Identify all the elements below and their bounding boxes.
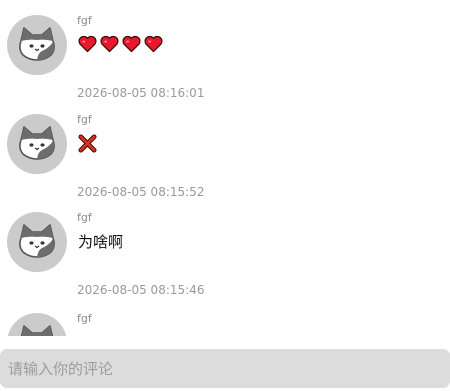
comment-item: fgf 2026-08-05 08:16:01 [0,0,450,100]
comment-item: fgf [0,298,450,336]
comments-panel: fgf 2026-08-05 08:16:01 fgf 2026-08-05 0… [0,0,450,391]
comment-username[interactable]: fgf [77,113,92,127]
avatar[interactable] [7,313,67,336]
comment-item: fgf 为啥啊 2026-08-05 08:15:46 [0,197,450,297]
heart-icon [100,35,119,53]
avatar[interactable] [7,15,67,75]
heart-icon [144,35,163,53]
comment-username[interactable]: fgf [77,14,92,28]
comment-username[interactable]: fgf [77,211,92,225]
avatar[interactable] [7,114,67,174]
heart-icon [78,35,97,53]
comment-content: 为啥啊 [78,233,124,251]
comment-input[interactable] [0,349,450,388]
cat-avatar-icon [7,224,67,272]
comment-input-bar [0,349,450,388]
comment-timestamp: 2026-08-05 08:16:01 [77,86,205,100]
comment-content [78,134,97,153]
cat-avatar-icon [20,325,54,336]
cat-avatar-icon [7,126,67,174]
heart-icon [122,35,141,53]
cat-avatar-icon [7,27,67,75]
comment-username[interactable]: fgf [77,312,92,326]
cross-mark-icon [78,134,97,153]
comment-list[interactable]: fgf 2026-08-05 08:16:01 fgf 2026-08-05 0… [0,0,450,336]
comment-content [78,35,163,53]
comment-timestamp: 2026-08-05 08:15:46 [77,283,205,297]
avatar[interactable] [7,212,67,272]
comment-item: fgf 2026-08-05 08:15:52 [0,99,450,199]
